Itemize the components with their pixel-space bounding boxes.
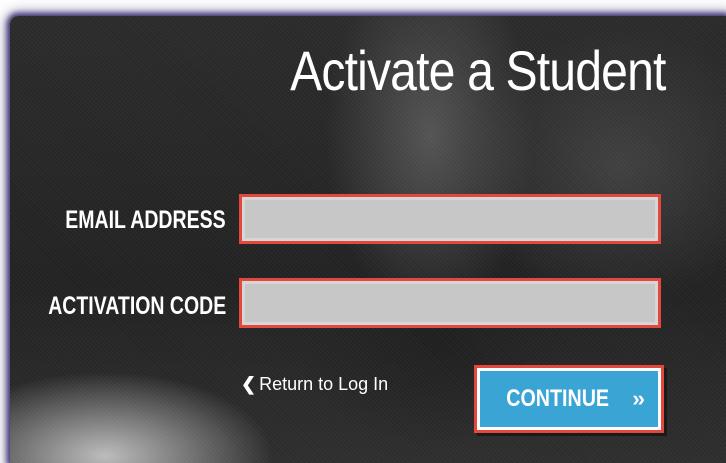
email-address-label: EMAIL ADDRESS — [65, 206, 226, 234]
page-title: Activate a Student — [290, 39, 667, 102]
double-chevron-right-icon: ›› — [632, 386, 645, 411]
activation-code-label: ACTIVATION CODE — [47, 292, 226, 320]
return-to-login-link[interactable]: ❮ Return to Log In — [241, 374, 388, 395]
return-to-login-label: Return to Log In — [259, 374, 389, 394]
email-address-input[interactable] — [239, 194, 661, 244]
continue-button-label: CONTINUE — [506, 385, 610, 412]
page-frame: Activate a Student EMAIL ADDRESS ACTIVAT… — [0, 0, 726, 463]
activation-code-input[interactable] — [239, 278, 661, 328]
continue-button[interactable]: CONTINUE ›› — [480, 371, 658, 427]
continue-button-highlight: CONTINUE ›› — [474, 365, 664, 433]
chevron-left-icon: ❮ — [241, 374, 257, 394]
